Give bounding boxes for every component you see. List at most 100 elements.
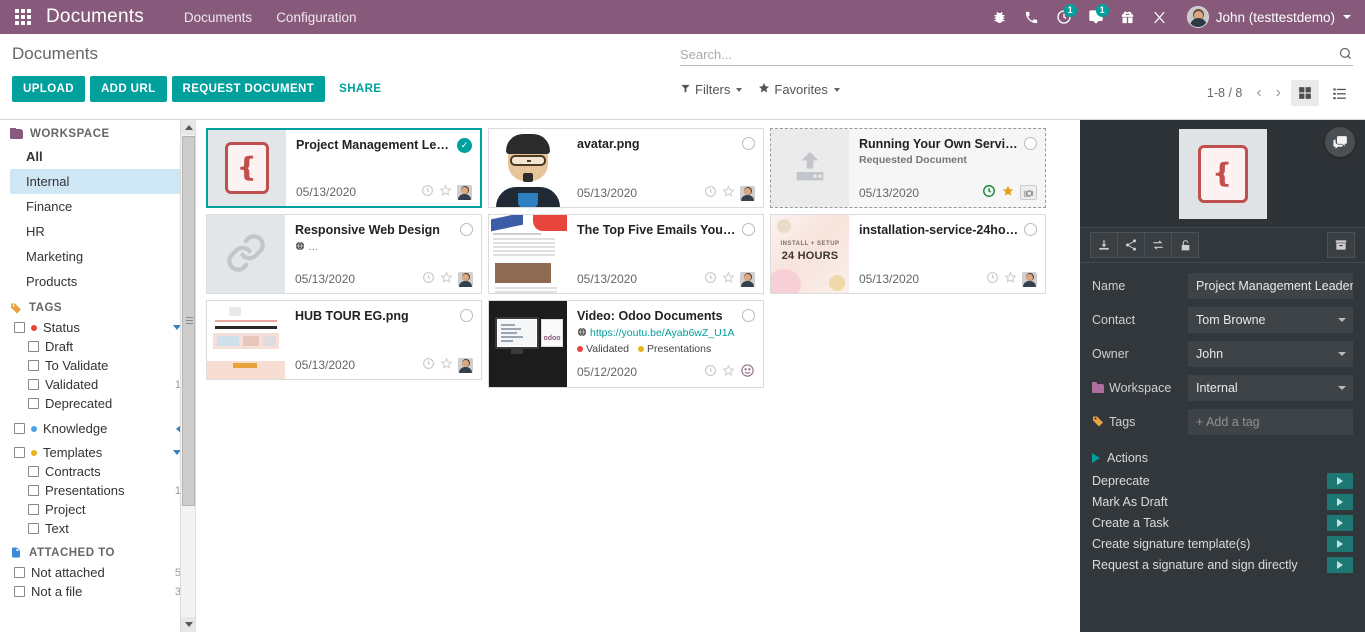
sidebar-tag-templates[interactable]: Templates (10, 443, 181, 462)
sidebar-tag-contracts[interactable]: Contracts (10, 462, 181, 481)
checkbox[interactable] (28, 504, 39, 515)
sidebar-tag-presentations[interactable]: Presentations 1 (10, 481, 181, 500)
messaging-chat-icon[interactable]: 1 (1081, 0, 1111, 34)
owner-avatar[interactable] (457, 185, 472, 200)
workspace-select[interactable]: Internal (1188, 375, 1353, 401)
clock-icon[interactable] (986, 271, 999, 287)
card-select-circle[interactable] (742, 223, 755, 236)
add-tag-input[interactable]: + Add a tag (1188, 409, 1353, 435)
tools-icon[interactable] (1145, 0, 1175, 34)
archive-icon[interactable] (1327, 232, 1355, 258)
action-run-button[interactable] (1327, 494, 1353, 510)
action-create-signature-template[interactable]: Create signature template(s) (1092, 536, 1353, 552)
smiley-icon[interactable] (740, 363, 755, 381)
document-card[interactable]: odoo Video: Odoo Documents https://y (488, 300, 764, 388)
owner-avatar[interactable] (1022, 272, 1037, 287)
favorites-dropdown[interactable]: Favorites (758, 82, 839, 97)
document-card-requested[interactable]: Running Your Own Service Bu... Requested… (770, 128, 1046, 208)
document-card[interactable]: avatar.png 05/13/2020 (488, 128, 764, 208)
card-select-circle[interactable] (1024, 137, 1037, 150)
kanban-view-button[interactable] (1291, 80, 1319, 106)
sidebar-scrollbar[interactable] (180, 120, 195, 632)
action-create-a-task[interactable]: Create a Task (1092, 515, 1353, 531)
apps-grid-icon[interactable] (0, 0, 46, 34)
checkbox[interactable] (14, 322, 25, 333)
card-select-circle[interactable] (460, 223, 473, 236)
sidebar-item-all[interactable]: All (10, 144, 181, 169)
checkbox[interactable] (14, 586, 25, 597)
menu-item-configuration[interactable]: Configuration (266, 2, 366, 33)
user-menu[interactable]: John (testtestdemo) (1177, 6, 1357, 28)
star-icon[interactable] (722, 271, 735, 287)
action-run-button[interactable] (1327, 536, 1353, 552)
card-url[interactable]: https://youtu.be/Ayab6wZ_U1A (577, 327, 755, 340)
clock-icon[interactable] (422, 357, 435, 373)
action-deprecate[interactable]: Deprecate (1092, 473, 1353, 489)
clock-icon[interactable] (704, 185, 717, 201)
card-select-circle[interactable] (1024, 223, 1037, 236)
phone-icon[interactable] (1017, 0, 1047, 34)
sidebar-tag-deprecated[interactable]: Deprecated (10, 394, 181, 413)
card-select-circle[interactable] (742, 137, 755, 150)
clock-icon[interactable] (982, 184, 996, 201)
replace-icon[interactable] (1144, 232, 1172, 258)
sidebar-item-finance[interactable]: Finance (10, 194, 181, 219)
owner-select[interactable]: John (1188, 341, 1353, 367)
action-run-button[interactable] (1327, 473, 1353, 489)
clock-icon[interactable] (704, 364, 717, 380)
share-button[interactable]: SHARE (330, 76, 390, 102)
sidebar-tag-to-validate[interactable]: To Validate (10, 356, 181, 375)
scroll-down-arrow-icon[interactable] (181, 617, 196, 632)
star-icon[interactable] (1001, 184, 1015, 201)
sidebar-tag-validated[interactable]: Validated 1 (10, 375, 181, 394)
filters-dropdown[interactable]: Filters (680, 82, 742, 97)
star-icon[interactable] (722, 364, 735, 380)
checkbox[interactable] (28, 379, 39, 390)
document-card[interactable]: INSTALL + SETUP 24 HOURS installation-se… (770, 214, 1046, 294)
activity-clock-icon[interactable]: 1 (1049, 0, 1079, 34)
action-mark-as-draft[interactable]: Mark As Draft (1092, 494, 1353, 510)
checkbox[interactable] (14, 447, 25, 458)
clock-icon[interactable] (421, 184, 434, 200)
sidebar-tag-status[interactable]: Status (10, 318, 181, 337)
sidebar-tag-text[interactable]: Text (10, 519, 181, 538)
action-run-button[interactable] (1327, 557, 1353, 573)
scroll-up-arrow-icon[interactable] (181, 120, 196, 135)
star-icon[interactable] (440, 271, 453, 287)
sidebar-attached-not-attached[interactable]: Not attached 5 (10, 563, 181, 582)
sidebar-tag-project[interactable]: Project (10, 500, 181, 519)
pager-next-button[interactable]: › (1272, 83, 1285, 103)
checkbox[interactable] (14, 423, 25, 434)
action-request-signature[interactable]: Request a signature and sign directly (1092, 557, 1353, 573)
card-select-circle[interactable] (460, 309, 473, 322)
sidebar-tag-knowledge[interactable]: Knowledge (10, 419, 181, 438)
card-select-circle[interactable] (742, 309, 755, 322)
owner-avatar[interactable] (458, 272, 473, 287)
star-icon[interactable] (722, 185, 735, 201)
chat-bubbles-icon[interactable] (1325, 127, 1355, 157)
document-card[interactable]: The Top Five Emails Your Aud... 05/13/20… (488, 214, 764, 294)
request-camera-icon[interactable] (1020, 185, 1037, 200)
scrollbar-thumb[interactable] (182, 136, 195, 506)
sidebar-item-marketing[interactable]: Marketing (10, 244, 181, 269)
owner-avatar[interactable] (740, 186, 755, 201)
checkbox[interactable] (28, 360, 39, 371)
card-selected-check-icon[interactable]: ✓ (457, 138, 472, 153)
checkbox[interactable] (28, 485, 39, 496)
star-icon[interactable] (1004, 271, 1017, 287)
search-input[interactable] (680, 47, 1334, 62)
star-icon[interactable] (439, 184, 452, 200)
sidebar-attached-not-a-file[interactable]: Not a file 3 (10, 582, 181, 601)
clock-icon[interactable] (422, 271, 435, 287)
search-icon[interactable] (1338, 46, 1353, 64)
download-icon[interactable] (1090, 232, 1118, 258)
name-input[interactable]: Project Management Leadersh (1188, 273, 1353, 299)
contact-select[interactable]: Tom Browne (1188, 307, 1353, 333)
checkbox[interactable] (28, 341, 39, 352)
request-document-button[interactable]: REQUEST DOCUMENT (172, 76, 326, 102)
action-run-button[interactable] (1327, 515, 1353, 531)
list-view-button[interactable] (1325, 80, 1353, 106)
menu-item-documents[interactable]: Documents (174, 2, 262, 33)
owner-avatar[interactable] (458, 358, 473, 373)
owner-avatar[interactable] (740, 272, 755, 287)
